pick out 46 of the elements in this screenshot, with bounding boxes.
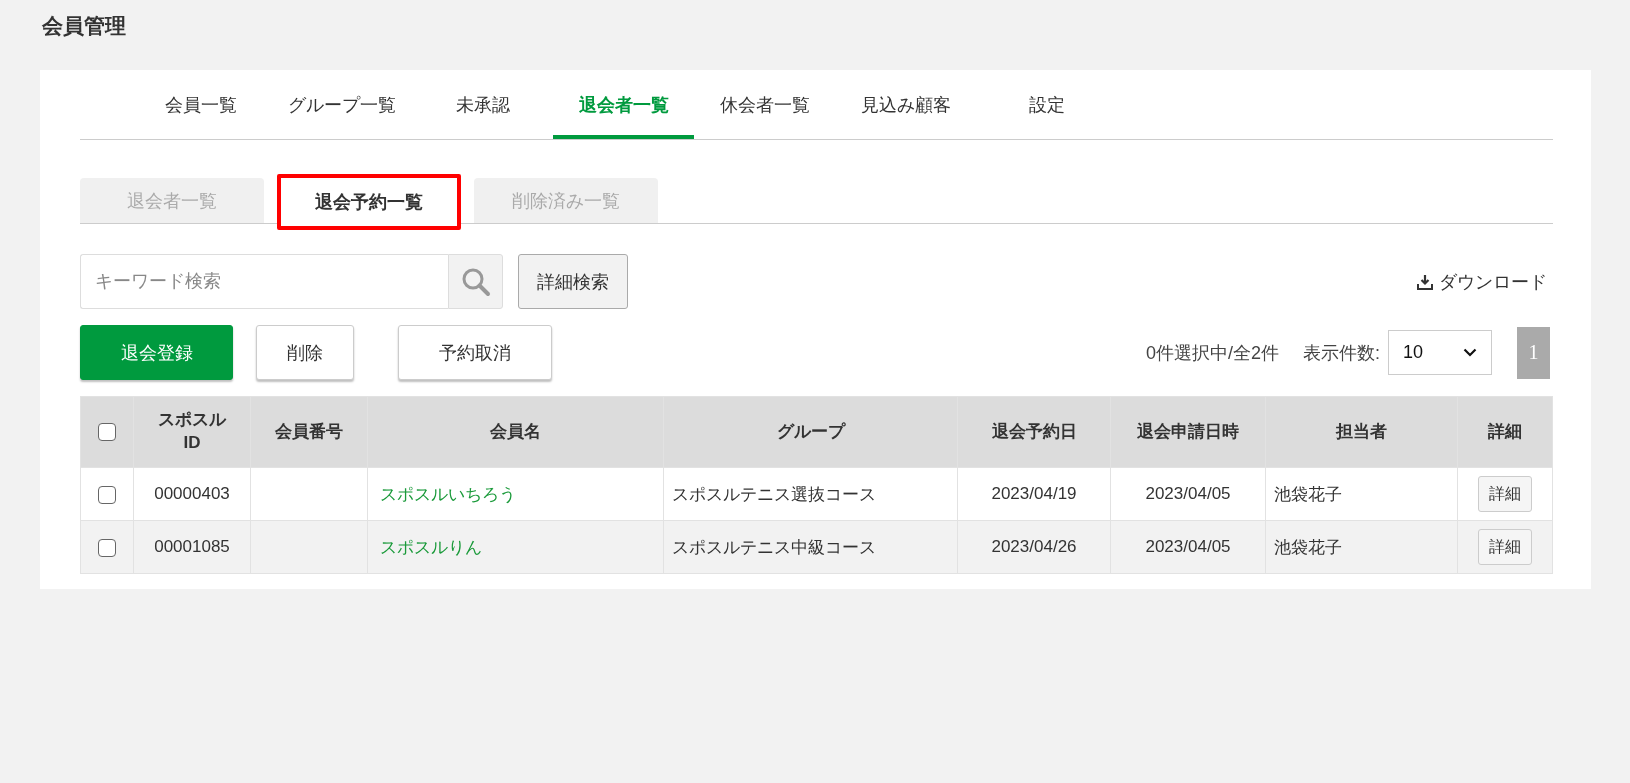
table-cell: 00001085 bbox=[133, 520, 251, 574]
nav-tab[interactable]: 休会者一覧 bbox=[694, 70, 835, 139]
nav-tab[interactable]: 退会者一覧 bbox=[553, 70, 694, 139]
page-size-select[interactable]: 10 bbox=[1388, 330, 1492, 375]
download-link[interactable]: ダウンロード bbox=[1417, 269, 1547, 294]
search-icon bbox=[460, 266, 491, 297]
detail-button[interactable]: 詳細 bbox=[1478, 529, 1532, 565]
action-button[interactable]: 予約取消 bbox=[398, 325, 552, 380]
column-header: 会員番号 bbox=[250, 396, 368, 468]
checkbox[interactable] bbox=[98, 538, 116, 557]
member-name-link[interactable]: スポスルいちろう bbox=[380, 484, 516, 504]
checkbox[interactable] bbox=[98, 423, 116, 442]
nav-tab[interactable]: グループ一覧 bbox=[271, 70, 412, 139]
action-button[interactable]: 削除 bbox=[256, 325, 354, 380]
column-header: 会員名 bbox=[367, 396, 664, 468]
checkbox[interactable] bbox=[98, 485, 116, 504]
column-header: スポスル ID bbox=[133, 396, 251, 468]
selection-count: 0件選択中/全2件 bbox=[1145, 341, 1279, 365]
column-header: 詳細 bbox=[1457, 396, 1553, 468]
search-button[interactable] bbox=[448, 254, 503, 309]
table-cell: 2023/04/26 bbox=[957, 520, 1111, 574]
table-cell: 池袋花子 bbox=[1265, 467, 1458, 521]
nav-tab[interactable]: 未承認 bbox=[412, 70, 553, 139]
advanced-search-button[interactable]: 詳細検索 bbox=[518, 254, 628, 309]
download-icon bbox=[1417, 273, 1433, 290]
column-header: 退会申請日時 bbox=[1110, 396, 1266, 468]
table-cell: 2023/04/05 bbox=[1110, 520, 1266, 574]
nav-tab[interactable]: 会員一覧 bbox=[130, 70, 271, 139]
search-field[interactable]: キーワード検索 bbox=[80, 254, 448, 309]
table-cell: 池袋花子 bbox=[1265, 520, 1458, 574]
column-header: グループ bbox=[663, 396, 958, 468]
page-size-label: 表示件数: bbox=[1303, 341, 1380, 365]
column-header: 退会予約日 bbox=[957, 396, 1111, 468]
nav-tab[interactable]: 設定 bbox=[976, 70, 1117, 139]
table-cell: スポスルテニス中級コース bbox=[663, 520, 958, 574]
table-cell: 00000403 bbox=[133, 467, 251, 521]
page-title: 会員管理 bbox=[42, 14, 127, 39]
table-cell: 2023/04/05 bbox=[1110, 467, 1266, 521]
nav-tab[interactable]: 見込み顧客 bbox=[835, 70, 976, 139]
column-header: 担当者 bbox=[1265, 396, 1458, 468]
detail-button[interactable]: 詳細 bbox=[1478, 476, 1532, 512]
table-cell: 2023/04/19 bbox=[957, 467, 1111, 521]
chevron-down-icon bbox=[1463, 348, 1477, 357]
sub-tab[interactable]: 退会予約一覧 bbox=[277, 174, 461, 230]
action-button[interactable]: 退会登録 bbox=[80, 325, 233, 380]
table-cell: スポスルテニス選抜コース bbox=[663, 467, 958, 521]
